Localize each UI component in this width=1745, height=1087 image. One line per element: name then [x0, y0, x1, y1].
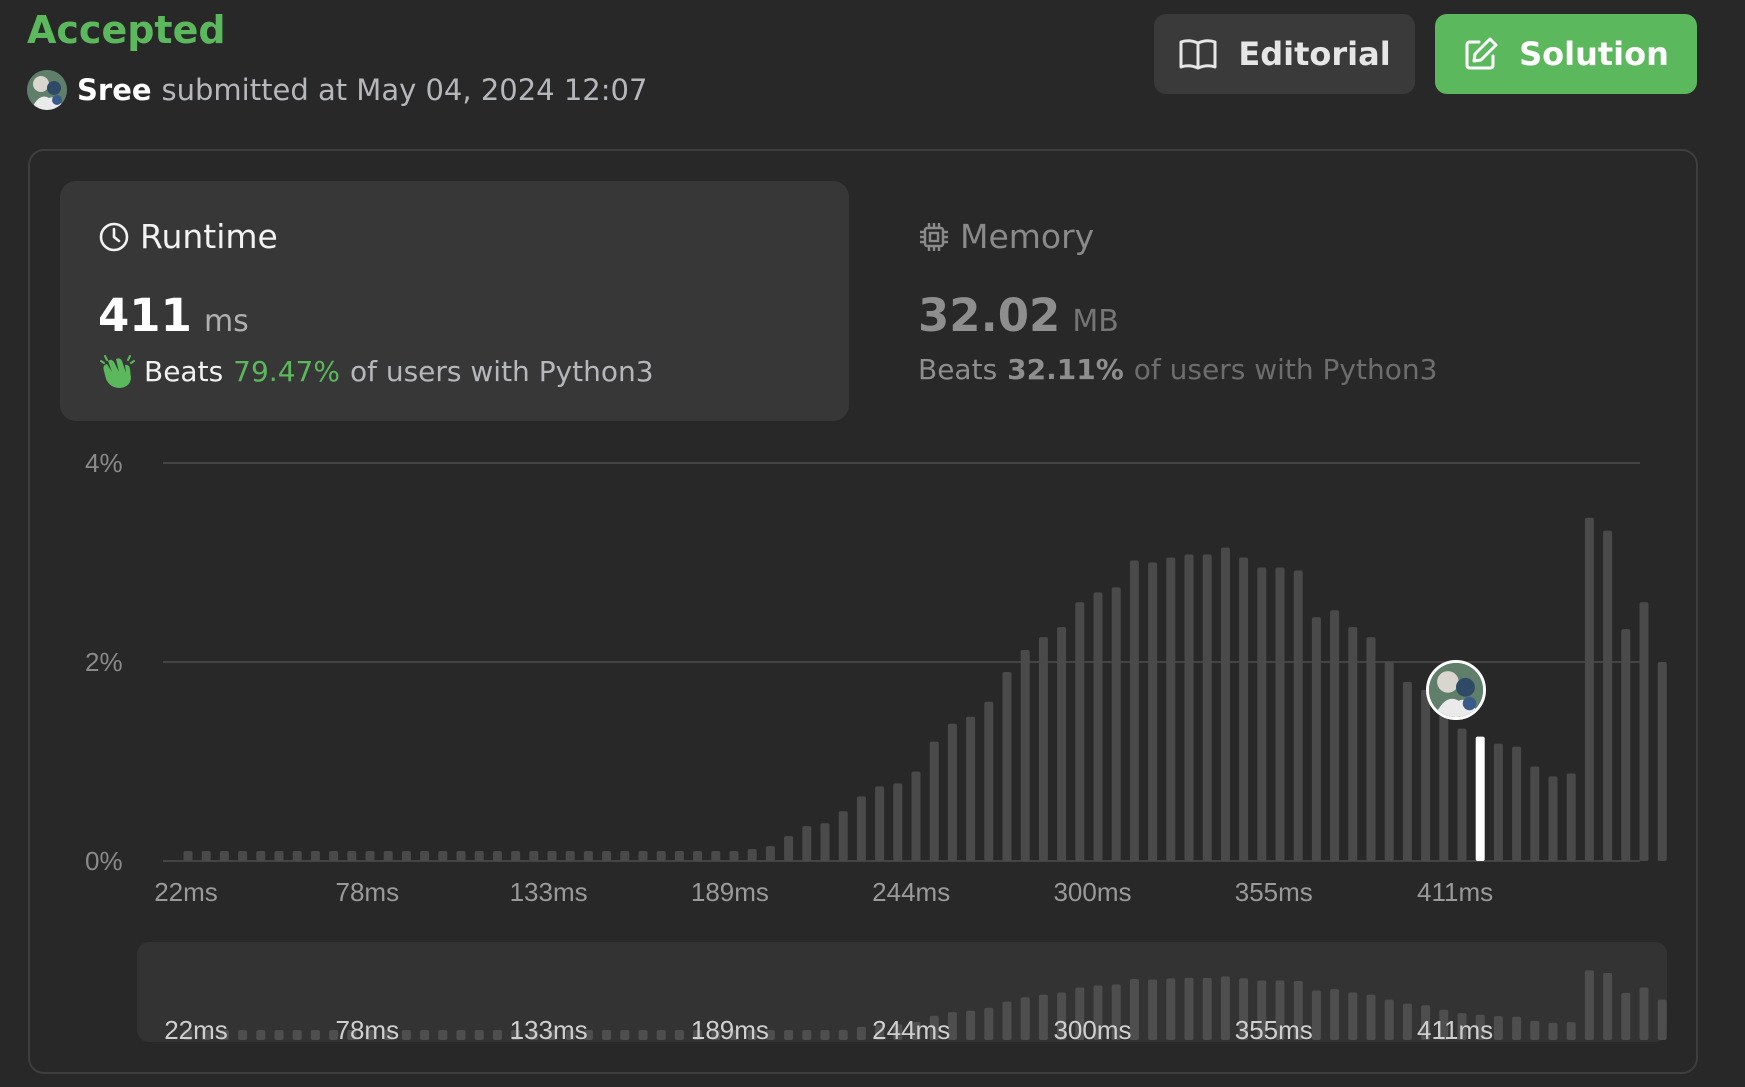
clap-icon	[100, 355, 135, 388]
editorial-label: Editorial	[1238, 35, 1391, 73]
submitted-timestamp: submitted at May 04, 2024 12:07	[161, 73, 648, 107]
runtime-beats-context: of users with Python3	[349, 354, 654, 388]
runtime-beats-percent: 79.47%	[233, 354, 340, 388]
memory-title: Memory	[960, 217, 1095, 256]
runtime-value: 411	[98, 289, 192, 342]
user-name[interactable]: Sree	[77, 73, 152, 107]
submission-status: Accepted	[27, 8, 226, 52]
chip-icon	[920, 222, 948, 251]
edit-icon	[1465, 37, 1498, 70]
runtime-unit: ms	[203, 304, 249, 339]
my-submission-marker[interactable]	[1426, 660, 1486, 720]
memory-beats-percent: 32.11%	[1007, 353, 1124, 386]
runtime-beats-label: Beats	[144, 354, 224, 388]
solution-button[interactable]: Solution	[1435, 14, 1697, 94]
memory-card[interactable]: Memory 32.02 MB Beats 32.11% of users wi…	[880, 181, 1669, 421]
runtime-title: Runtime	[140, 217, 278, 256]
clock-icon	[99, 222, 129, 251]
runtime-card[interactable]: Runtime 411 ms Beats 79.47% of users wit…	[60, 181, 849, 421]
memory-beats-label: Beats	[918, 353, 998, 386]
book-open-icon	[1179, 39, 1217, 70]
submitter-info: Sree submitted at May 04, 2024 12:07	[27, 69, 647, 111]
memory-beats-context: of users with Python3	[1133, 353, 1438, 386]
user-avatar[interactable]	[27, 70, 67, 110]
memory-unit: MB	[1072, 304, 1119, 339]
editorial-button[interactable]: Editorial	[1154, 14, 1415, 94]
memory-value: 32.02	[918, 289, 1061, 342]
solution-label: Solution	[1519, 35, 1669, 73]
